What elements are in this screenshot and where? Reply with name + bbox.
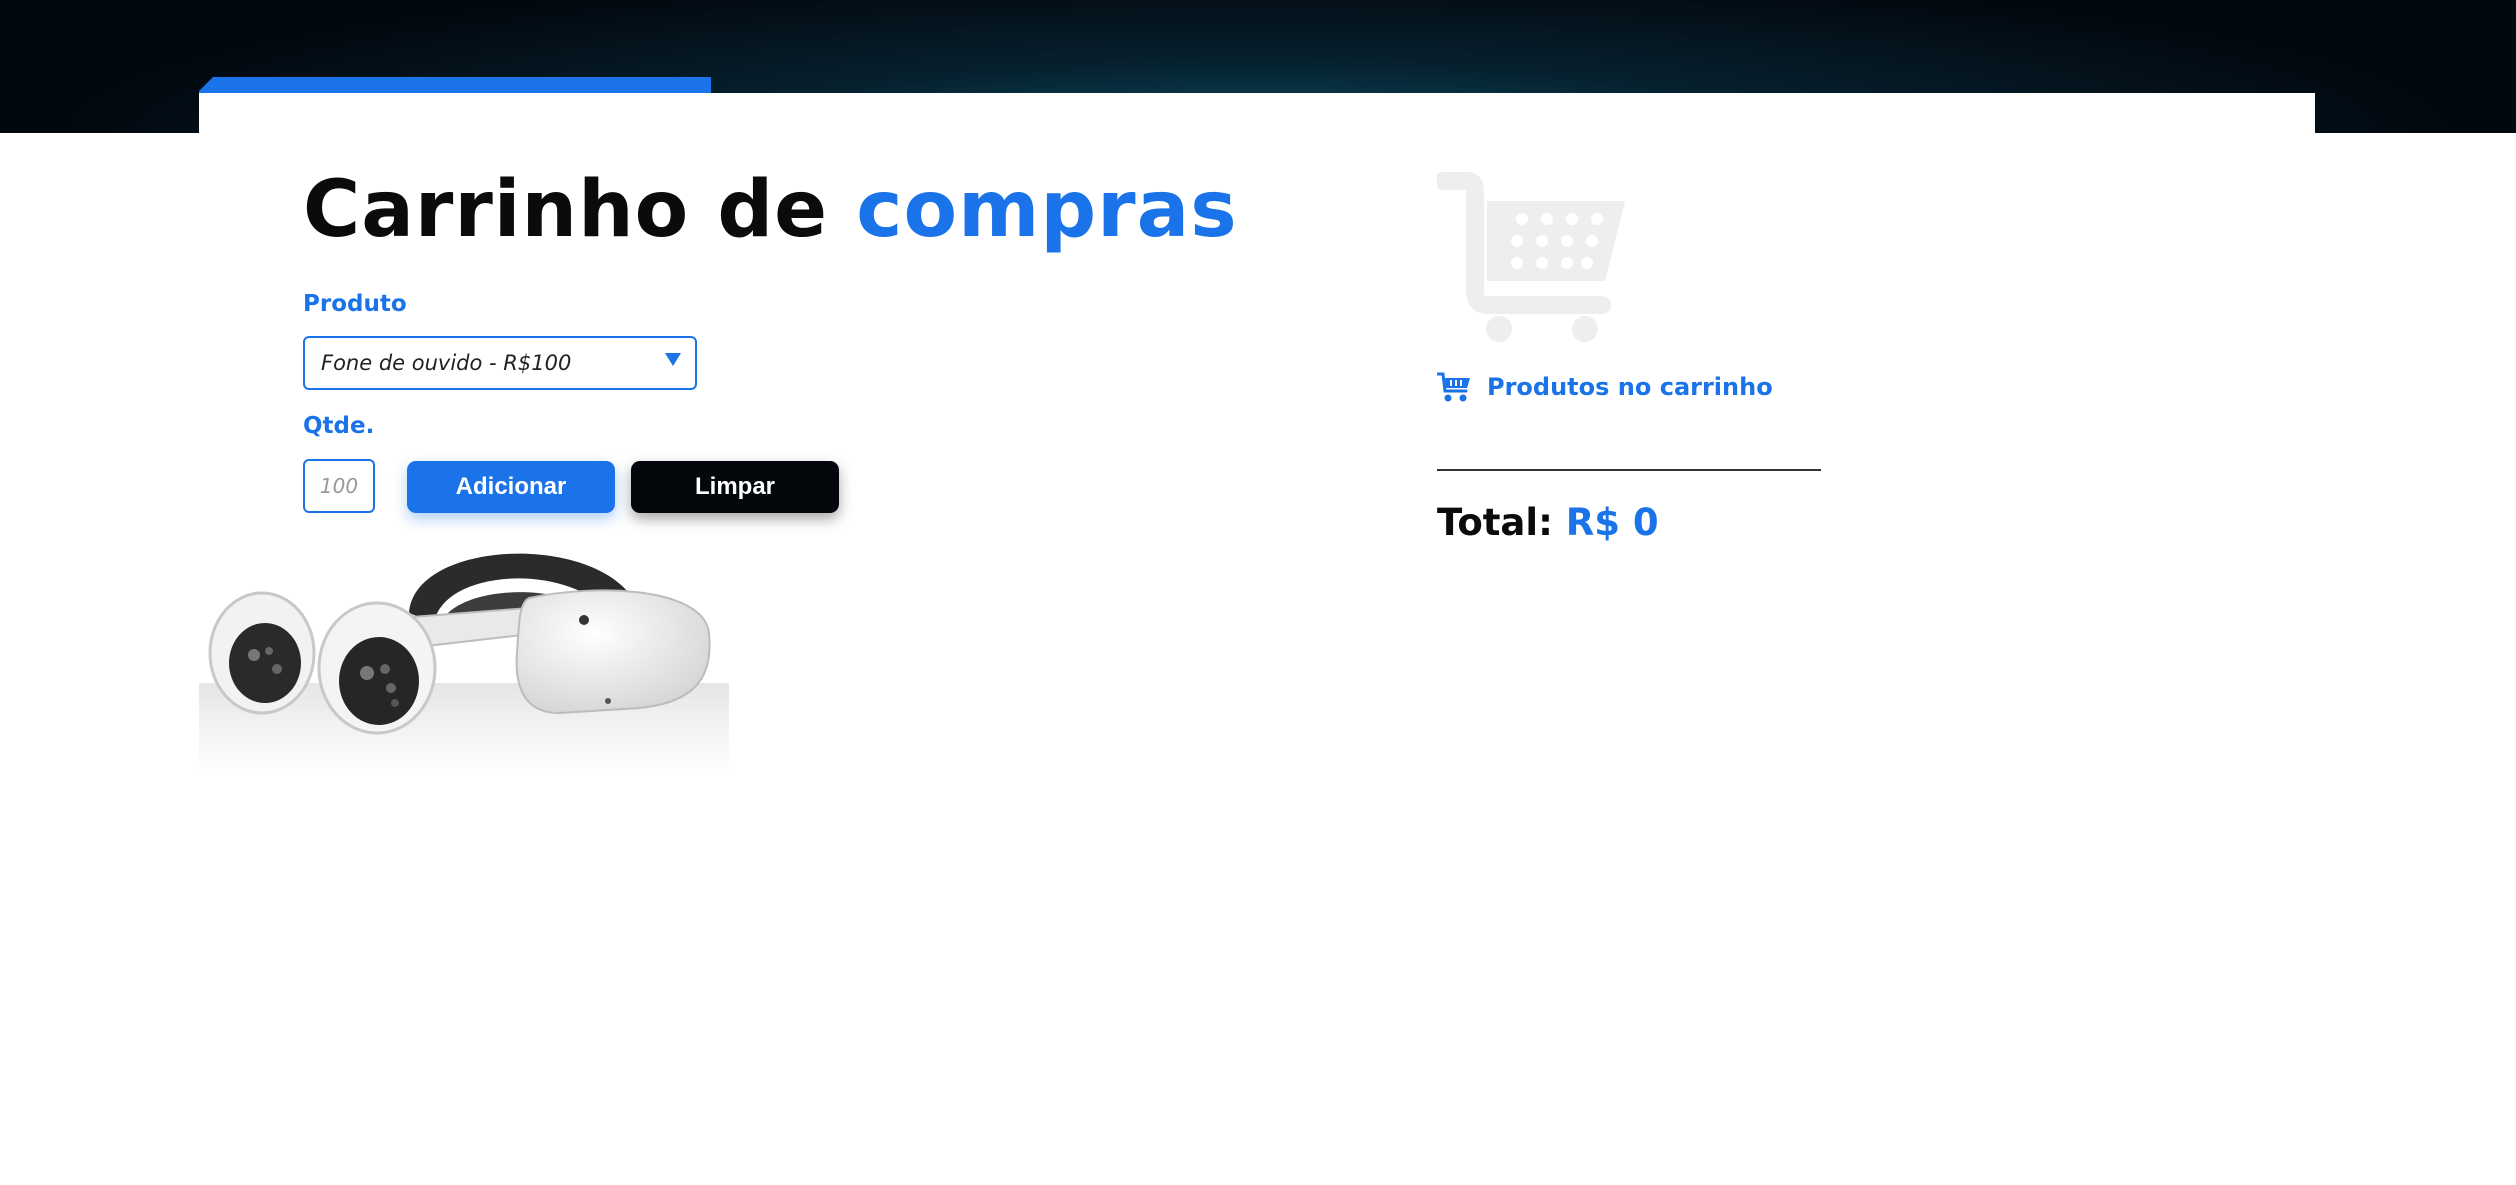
clear-button[interactable]: Limpar xyxy=(631,461,839,513)
title-main: Carrinho de xyxy=(303,165,829,255)
product-select[interactable]: Fone de ouvido - R$100 xyxy=(303,336,697,390)
cart-card: Carrinho de compras Produto Fone de ouvi… xyxy=(199,93,2315,773)
cart-icon xyxy=(1437,372,1470,402)
quantity-label: Qtde. xyxy=(303,413,375,439)
total-label: Total: xyxy=(1437,501,1553,544)
quantity-placeholder: 100 xyxy=(319,474,359,498)
title-accent: compras xyxy=(856,165,1238,255)
shopping-cart-icon xyxy=(1437,172,1625,342)
cart-heading: Produtos no carrinho xyxy=(1437,371,1773,403)
add-button[interactable]: Adicionar xyxy=(407,461,615,513)
cart-heading-label: Produtos no carrinho xyxy=(1487,373,1773,401)
cart-total: Total: R$ 0 xyxy=(1437,501,1659,544)
quantity-input[interactable]: 100 xyxy=(303,459,375,513)
product-label: Produto xyxy=(303,291,407,317)
divider xyxy=(1437,469,1821,471)
product-select-value: Fone de ouvido - R$100 xyxy=(321,351,572,375)
total-value: R$ 0 xyxy=(1565,501,1659,544)
caret-down-icon xyxy=(665,353,681,366)
vr-headset-image xyxy=(199,553,729,773)
page-title: Carrinho de compras xyxy=(303,171,1238,249)
